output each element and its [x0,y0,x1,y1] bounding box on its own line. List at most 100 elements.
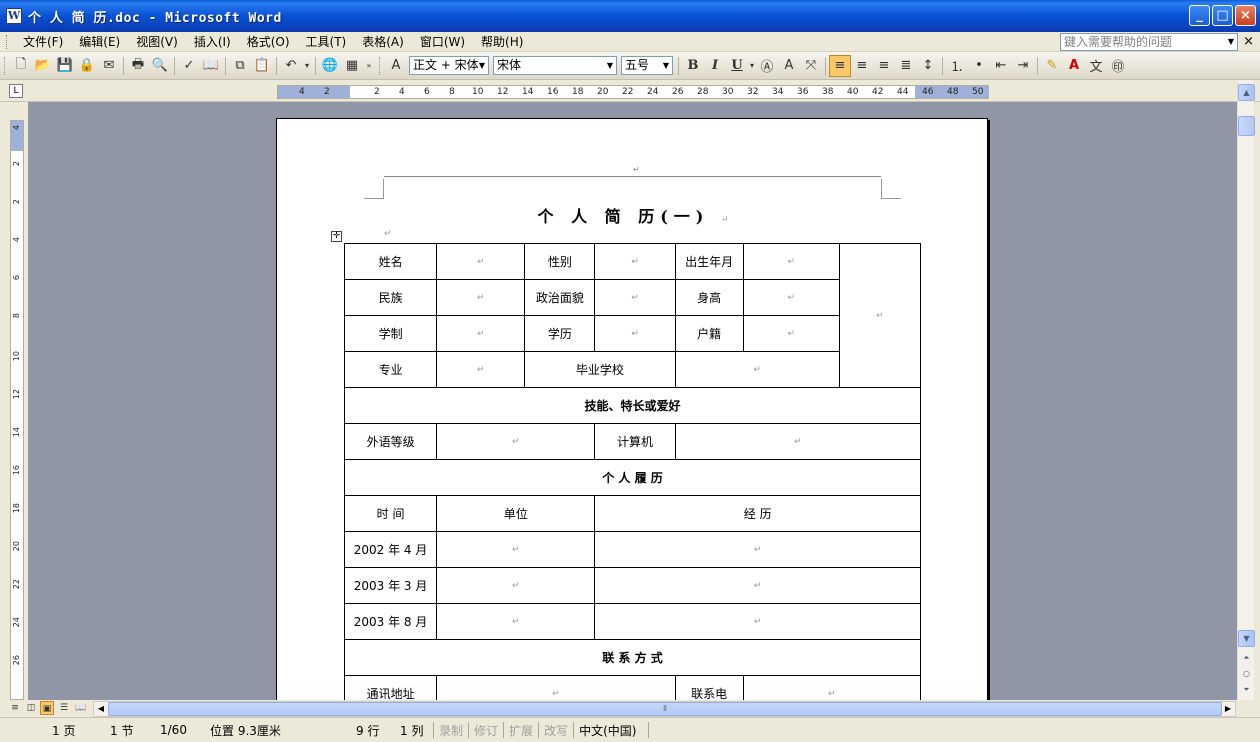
save-icon[interactable]: 💾 [54,55,76,77]
toolbar-options-icon[interactable]: » [363,55,375,77]
style-combo[interactable]: 正文 + 宋体 ▼ [409,56,489,75]
word-app-icon[interactable]: W [6,8,22,24]
horizontal-scroll-thumb[interactable]: ⦀ [108,702,1222,716]
table-cell[interactable]: 学制 [343,315,438,352]
enclose-char-icon[interactable]: ㊞ [1107,55,1129,77]
font-combo[interactable]: 宋体 ▼ [493,56,617,75]
document-area[interactable]: ↵ 个 人 简 历(一) ↵ ✛ ↵ 姓名 ↵ 性别 ↵ 出生年月 ↵ ↵ 民族… [28,102,1237,700]
select-browse-object-icon[interactable]: ○ [1238,666,1255,683]
italic-button[interactable]: I [704,55,726,77]
spelling-icon[interactable]: ✓ [178,55,200,77]
align-right-icon[interactable]: ≡ [873,55,895,77]
print-icon[interactable]: 🖶 [127,55,149,77]
table-cell[interactable]: ↵ [436,603,596,640]
line-spacing-icon[interactable]: ↕ [917,55,939,77]
chevron-down-icon[interactable]: ▼ [661,57,671,74]
permission-icon[interactable]: 🔒 [76,55,98,77]
justify-icon[interactable]: ≣ [895,55,917,77]
new-document-icon[interactable]: 🗋 [10,55,32,77]
table-cell[interactable]: 专业 [343,351,438,388]
font-color-icon[interactable]: A [1063,55,1085,77]
section-header-contact[interactable]: 联 系 方 式 [344,639,921,676]
table-cell[interactable]: 计算机 [594,423,676,460]
vertical-scroll-thumb[interactable] [1238,116,1255,136]
table-cell[interactable]: 联系电 [674,675,744,700]
table-cell[interactable]: 政治面貌 [524,279,596,316]
menu-file[interactable]: 文件(F) [15,33,71,51]
print-preview-icon[interactable]: 🔍 [149,55,171,77]
toolbar-grip[interactable] [379,56,382,75]
table-move-handle[interactable]: ✛ [331,231,342,242]
maximize-button[interactable]: □ [1212,5,1233,26]
table-cell[interactable]: ↵ [742,243,840,280]
photo-cell[interactable]: ↵ [838,243,922,388]
scroll-left-icon[interactable]: ◀ [94,702,108,716]
table-cell[interactable]: 学历 [524,315,596,352]
menu-edit[interactable]: 编辑(E) [71,33,128,51]
table-cell[interactable]: 单位 [436,495,596,532]
underline-button[interactable]: U [726,55,748,77]
table-cell[interactable]: 户籍 [674,315,744,352]
table-icon[interactable]: ▦ [341,55,363,77]
hyperlink-icon[interactable]: 🌐 [319,55,341,77]
table-cell[interactable]: 出生年月 [674,243,744,280]
vertical-ruler[interactable]: 4 2 2 4 6 8 10 12 14 16 18 20 22 24 26 [10,120,24,700]
undo-dropdown-icon[interactable]: ▾ [302,55,312,77]
toolbar-grip[interactable] [4,56,7,75]
table-cell[interactable]: ↵ [436,351,526,388]
table-cell[interactable]: ↵ [594,567,921,604]
table-cell[interactable]: ↵ [674,423,922,460]
web-view-icon[interactable]: ◫ [24,701,38,715]
status-rec[interactable]: 录制 [439,722,463,739]
styles-pane-icon[interactable]: A [385,55,407,77]
table-cell[interactable]: 2003 年 8 月 [343,603,438,640]
char-shading-icon[interactable]: A [778,55,800,77]
table-cell[interactable]: ↵ [742,675,922,700]
align-center-icon[interactable]: ≡ [851,55,873,77]
table-cell[interactable]: ↵ [594,243,676,280]
status-language[interactable]: 中文(中国) [579,722,643,739]
table-cell[interactable]: 外语等级 [343,423,438,460]
table-cell[interactable]: ↵ [674,351,840,388]
table-cell[interactable]: 时 间 [343,495,438,532]
tab-selector[interactable]: L [9,84,23,98]
numbering-icon[interactable]: ⒈ [946,55,968,77]
minimize-button[interactable]: _ [1189,5,1210,26]
normal-view-icon[interactable]: ≡ [8,701,22,715]
table-cell[interactable]: 性别 [524,243,596,280]
document-close-button[interactable]: × [1243,34,1254,49]
outline-view-icon[interactable]: ☰ [57,701,71,715]
table-cell[interactable]: 2002 年 4 月 [343,531,438,568]
horizontal-ruler[interactable]: 4 2 2 4 6 8 10 12 14 16 18 20 22 24 26 2… [277,85,989,99]
copy-icon[interactable]: ⧉ [229,55,251,77]
status-ext[interactable]: 扩展 [509,722,533,739]
highlight-icon[interactable]: ✎ [1041,55,1063,77]
table-cell[interactable]: ↵ [742,315,840,352]
status-trk[interactable]: 修订 [474,722,498,739]
previous-page-icon[interactable]: ⏶ [1238,650,1255,667]
table-cell[interactable]: ↵ [436,243,526,280]
table-cell[interactable]: ↵ [436,315,526,352]
resume-table[interactable]: 姓名 ↵ 性别 ↵ 出生年月 ↵ ↵ 民族 ↵ 政治面貌 ↵ 身高 ↵ 学制 ↵… [343,243,922,700]
char-border-icon[interactable]: Ⓐ [756,55,778,77]
table-cell[interactable]: 2003 年 3 月 [343,567,438,604]
menu-table[interactable]: 表格(A) [354,33,412,51]
menu-view[interactable]: 视图(V) [128,33,186,51]
table-cell[interactable]: 身高 [674,279,744,316]
table-cell[interactable]: 民族 [343,279,438,316]
table-cell[interactable]: ↵ [742,279,840,316]
open-folder-icon[interactable]: 📂 [32,55,54,77]
bold-button[interactable]: B [682,55,704,77]
close-button[interactable]: × [1235,5,1256,26]
chevron-down-icon[interactable]: ▼ [477,57,487,74]
menu-grip[interactable] [6,34,9,49]
underline-dropdown-icon[interactable]: ▾ [748,55,756,77]
section-header-history[interactable]: 个 人 履 历 [344,459,921,496]
paste-icon[interactable]: 📋 [251,55,273,77]
table-cell[interactable]: ↵ [594,603,921,640]
table-cell[interactable]: ↵ [436,423,596,460]
help-search-input[interactable]: 键入需要帮助的问题 ▼ [1060,33,1238,51]
table-cell[interactable]: 经 历 [594,495,921,532]
table-cell[interactable]: 毕业学校 [524,351,676,388]
table-cell[interactable]: ↵ [594,531,921,568]
